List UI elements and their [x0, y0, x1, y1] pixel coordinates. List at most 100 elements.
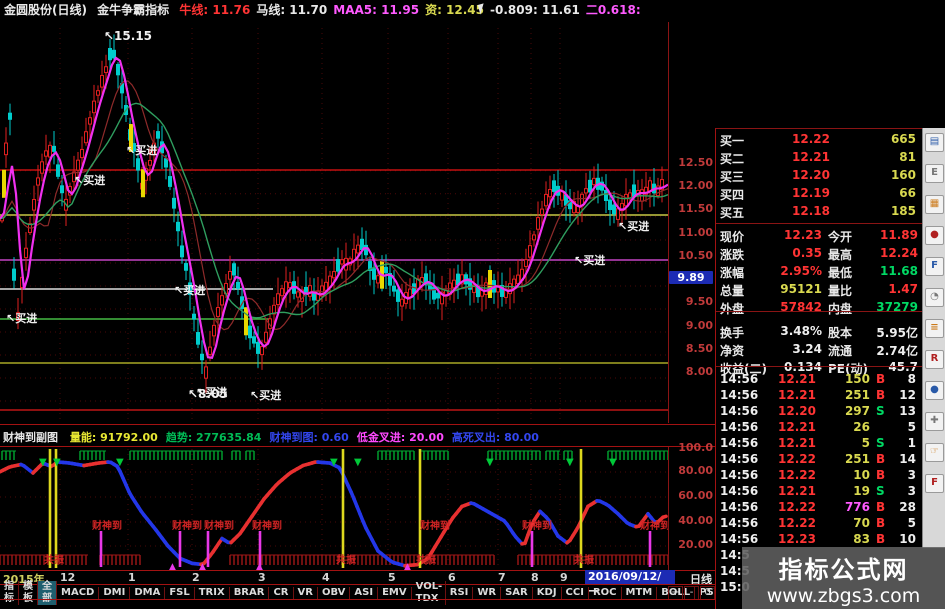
price-axis: 12.50 12.00 11.50 11.00 10.50 9.89 9.50 9.00 8.5… — [668, 22, 717, 423]
svg-text:▲: ▲ — [169, 562, 176, 570]
orderbook-row[interactable]: 买二 12.21 81 — [720, 150, 918, 167]
panel-tool-icon[interactable]: ▦ — [925, 195, 944, 214]
toolbar-indicator-CR[interactable]: CR — [269, 586, 294, 599]
panel-tool-icon[interactable]: F — [925, 257, 944, 276]
toolbar-indicator-WR[interactable]: WR — [473, 586, 502, 599]
svg-text:▼: ▼ — [330, 457, 338, 468]
chart-header: 金圆股份(日线) 金牛争霸指标 牛线: 11.76 马线: 11.70 MAA5: … — [0, 0, 945, 22]
candlestick-chart[interactable]: ↖买进 ↖买进 ↖买进 ↖买进 ↖买进 ↖买进 ↖买进 ↖买进 ↖15.15 ↖8.05 — [0, 22, 669, 423]
quote-row: 现价 12.23 今开 11.89 — [720, 228, 918, 244]
toolbar-indicator-SAR[interactable]: SAR — [501, 586, 533, 599]
toolbar-indicator-DMA[interactable]: DMA — [130, 586, 166, 599]
indicator-name: 金牛争霸指标 — [97, 3, 170, 17]
date-label: 12 — [60, 571, 76, 584]
indicator-axis-label: 60.00 — [678, 489, 713, 502]
panel-tool-icon[interactable]: ● — [925, 226, 944, 245]
toolbar-indicator-RSI[interactable]: RSI — [446, 586, 474, 599]
svg-text:财神到: 财神到 — [171, 519, 202, 532]
svg-text:共振: 共振 — [574, 553, 594, 566]
svg-text:财神到: 财神到 — [203, 519, 234, 532]
header-field: MAA5: 11.95 — [333, 3, 420, 17]
subchart-field: 高死叉出: 80.00 — [451, 431, 539, 444]
toolbar-indicator-ROC[interactable]: ROC — [589, 586, 622, 599]
zoom-button--[interactable]: - — [684, 586, 699, 600]
tick-row: 14:56 12.22 251 B 14 — [720, 452, 916, 466]
panel-tool-icon[interactable]: ● — [925, 381, 944, 400]
tick-row: 14:56 12.23 83 B 10 — [720, 532, 916, 546]
toolbar-indicator-DMI[interactable]: DMI — [99, 586, 131, 599]
toolbar-indicator-MACD[interactable]: MACD — [57, 586, 100, 599]
watermark-url: www.zbgs3.com — [766, 585, 921, 607]
toolbar-indicator-CCI[interactable]: CCI — [562, 586, 589, 599]
header-field: 牛线: 11.76 — [179, 3, 251, 17]
date-label: 7 — [498, 571, 506, 584]
indicator-axis-label: 80.00 — [678, 464, 713, 477]
svg-text:▼: ▼ — [116, 457, 124, 468]
svg-text:▼: ▼ — [39, 457, 47, 468]
tick-row: 14:56 12.21 251 B 12 — [720, 388, 916, 402]
tick-row: 14:56 12.21 5 S 1 — [720, 436, 916, 450]
orderbook-row[interactable]: 买四 12.19 66 — [720, 186, 918, 203]
panel-tool-icon[interactable]: R — [925, 350, 944, 369]
panel-tool-icon[interactable]: ☞ — [925, 443, 944, 462]
panel-tool-icon[interactable]: ◔ — [925, 288, 944, 307]
svg-text:▲: ▲ — [404, 562, 411, 570]
zoom-button-0[interactable]: 0 — [700, 586, 715, 600]
zoom-button-+[interactable]: + — [668, 586, 683, 600]
svg-text:↖买进: ↖买进 — [6, 311, 37, 325]
svg-text:↖买进: ↖买进 — [618, 219, 649, 233]
date-label: 5 — [388, 571, 396, 584]
panel-tool-icon[interactable]: E — [925, 164, 944, 183]
indicator-toolbar: 指标 模板 全部 MACD DMI DMA FSL TRIX BRAR CR VR OBV ASI EMV… — [0, 580, 767, 605]
toolbar-tab-selected[interactable]: 全部 — [38, 580, 57, 605]
svg-text:财神到: 财神到 — [639, 519, 668, 532]
toolbar-indicator-MTM[interactable]: MTM — [622, 586, 658, 599]
subchart-field: 低金叉进: 20.00 — [356, 431, 444, 444]
toolbar-indicator-EMV[interactable]: EMV — [378, 586, 412, 599]
price-axis-highlight: 9.89 — [669, 271, 713, 284]
tick-row: 14:56 12.22 776 B 28 — [720, 500, 916, 514]
orderbook-row[interactable]: 买五 12.18 185 — [720, 204, 918, 221]
toolbar-indicator-VOL-TDX[interactable]: VOL-TDX — [412, 580, 446, 605]
orderbook-row[interactable]: 买一 12.22 665 — [720, 132, 918, 149]
svg-text:▼: ▼ — [354, 457, 362, 468]
date-label: 9 — [560, 571, 568, 584]
panel-tool-icon[interactable]: F — [925, 474, 944, 493]
svg-text:▲: ▲ — [256, 562, 263, 570]
toolbar-indicator-ASI[interactable]: ASI — [350, 586, 379, 599]
divider — [0, 424, 716, 425]
price-axis-label: 12.00 — [678, 179, 713, 192]
toolbar-indicator-OBV[interactable]: OBV — [318, 586, 351, 599]
price-axis-label: 11.50 — [678, 202, 713, 215]
toolbar-indicator-VR[interactable]: VR — [294, 586, 318, 599]
subchart-title: 财神到副图 — [3, 431, 58, 444]
toolbar-indicator-KDJ[interactable]: KDJ — [533, 586, 562, 599]
svg-text:财神到: 财神到 — [419, 519, 450, 532]
quote-row: 换手 3.48% 股本 5.95亿 — [720, 324, 918, 340]
panel-tool-icon[interactable]: ▤ — [925, 133, 944, 152]
indicator-axis: 100.0 80.00 60.00 40.00 20.00 — [668, 441, 717, 570]
orderbook-row[interactable]: 买三 12.20 160 — [720, 168, 918, 185]
quote-row: 总量 95121 量比 1.47 — [720, 282, 918, 298]
toolbar-tab-模板[interactable]: 模板 — [19, 580, 38, 605]
header-field: -0.809: 11.61 — [490, 3, 580, 17]
toolbar-indicator-FSL[interactable]: FSL — [165, 586, 195, 599]
panel-tool-icon[interactable]: ✚ — [925, 412, 944, 431]
subchart-field: 趋势: 277635.84 — [165, 431, 262, 444]
indicator-axis-label: 20.00 — [678, 538, 713, 551]
side-tool-strip: ▤ E ▦ ● F ◔ ≡ R ● ✚ ☞ F — [922, 128, 945, 548]
quote-row: 涨跌 0.35 最高 12.24 — [720, 246, 918, 262]
subchart-header: 财神到副图 量能: 91792.00 趋势: 277635.84 财神到图: 0.6… — [3, 429, 715, 445]
watermark: 指标公式网 www.zbgs3.com — [742, 547, 945, 609]
subchart-field: 量能: 91792.00 — [69, 431, 158, 444]
indicator-chart[interactable]: ▲ ▲ ▲ ▲ ▼ ▼ ▼ ▼ ▼ ▼ ▼ ▼ 共振 共振 共振 共振 财神到 财神到 财神到 财神到 财神到 财神到 财神… — [0, 447, 670, 572]
indicator-axis-label: 40.00 — [678, 514, 713, 527]
toolbar-indicator-TRIX[interactable]: TRIX — [195, 586, 230, 599]
current-date-box[interactable]: 2016/09/12/— — [585, 570, 675, 597]
svg-text:↖15.15: ↖15.15 — [104, 29, 152, 43]
toolbar-indicator-BRAR[interactable]: BRAR — [230, 586, 270, 599]
toolbar-tab-指标[interactable]: 指标 — [0, 580, 19, 605]
price-axis-label: 8.50 — [685, 342, 713, 355]
panel-tool-icon[interactable]: ≡ — [925, 319, 944, 338]
watermark-title: 指标公式网 — [778, 556, 909, 584]
